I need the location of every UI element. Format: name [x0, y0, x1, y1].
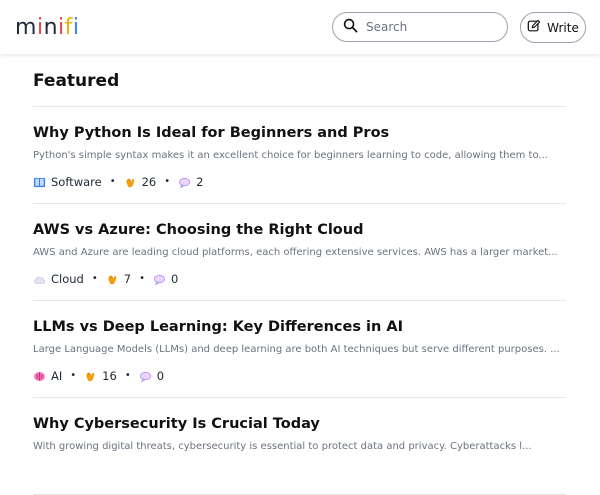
post-card[interactable]: AWS vs Azure: Choosing the Right Cloud A… — [33, 204, 566, 301]
post-excerpt: Python's simple syntax makes it an excel… — [33, 150, 548, 161]
post-category[interactable]: Software — [51, 174, 102, 190]
post-title[interactable]: LLMs vs Deep Learning: Key Differences i… — [33, 318, 403, 336]
comment-icon[interactable] — [153, 273, 166, 286]
write-button-label: Write — [547, 20, 579, 35]
post-title[interactable]: AWS vs Azure: Choosing the Right Cloud — [33, 221, 363, 239]
comment-count: 0 — [171, 272, 179, 286]
top-navbar: minifi Write — [0, 0, 600, 54]
search-input[interactable] — [364, 19, 498, 35]
logo-letter: f — [64, 15, 73, 40]
post-meta: Software • 26 • 2 — [33, 174, 203, 190]
logo-letter: i — [72, 15, 80, 40]
meta-separator: • — [91, 273, 98, 284]
write-button[interactable]: Write — [520, 12, 586, 43]
search-icon — [343, 18, 358, 37]
comment-icon[interactable] — [178, 176, 191, 189]
like-count: 16 — [102, 369, 117, 383]
search-box[interactable] — [332, 12, 508, 42]
like-count: 26 — [141, 175, 157, 189]
section-title: Featured — [33, 71, 120, 91]
logo-letter: n — [43, 15, 59, 40]
brain-icon — [33, 370, 46, 383]
cloud-icon — [33, 273, 46, 286]
clap-icon[interactable] — [124, 176, 137, 189]
post-title[interactable]: Why Python Is Ideal for Beginners and Pr… — [33, 124, 389, 142]
meta-separator: • — [70, 370, 77, 381]
logo-letter: i — [58, 15, 65, 40]
comment-count: 2 — [196, 175, 204, 189]
comment-icon[interactable] — [139, 370, 152, 383]
meta-separator: • — [124, 370, 131, 381]
meta-separator: • — [139, 273, 145, 284]
post-card[interactable]: LLMs vs Deep Learning: Key Differences i… — [33, 301, 566, 398]
logo-letter: i — [36, 15, 44, 40]
book-icon — [33, 176, 46, 189]
edit-icon — [527, 19, 541, 36]
post-category[interactable]: AI — [51, 368, 62, 384]
featured-feed: Featured Why Python Is Ideal for Beginne… — [33, 54, 566, 495]
post-card[interactable]: Why Cybersecurity Is Crucial Today With … — [33, 398, 566, 495]
like-count: 7 — [123, 272, 132, 286]
clap-icon[interactable] — [106, 273, 119, 286]
logo-letter: m — [15, 15, 37, 40]
meta-separator: • — [164, 176, 171, 187]
comment-count: 0 — [156, 369, 165, 383]
post-meta: AI • 16 • 0 — [33, 368, 164, 384]
post-meta: Cloud • 7 • 0 — [33, 271, 178, 287]
site-logo[interactable]: minifi — [15, 15, 80, 41]
post-excerpt: AWS and Azure are leading cloud platform… — [33, 247, 558, 258]
clap-icon[interactable] — [84, 370, 97, 383]
meta-separator: • — [109, 176, 116, 187]
post-category[interactable]: Cloud — [51, 271, 84, 287]
post-card[interactable]: Why Python Is Ideal for Beginners and Pr… — [33, 107, 566, 204]
post-title[interactable]: Why Cybersecurity Is Crucial Today — [33, 415, 320, 433]
post-excerpt: Large Language Models (LLMs) and deep le… — [33, 344, 560, 355]
post-excerpt: With growing digital threats, cybersecur… — [33, 441, 532, 452]
